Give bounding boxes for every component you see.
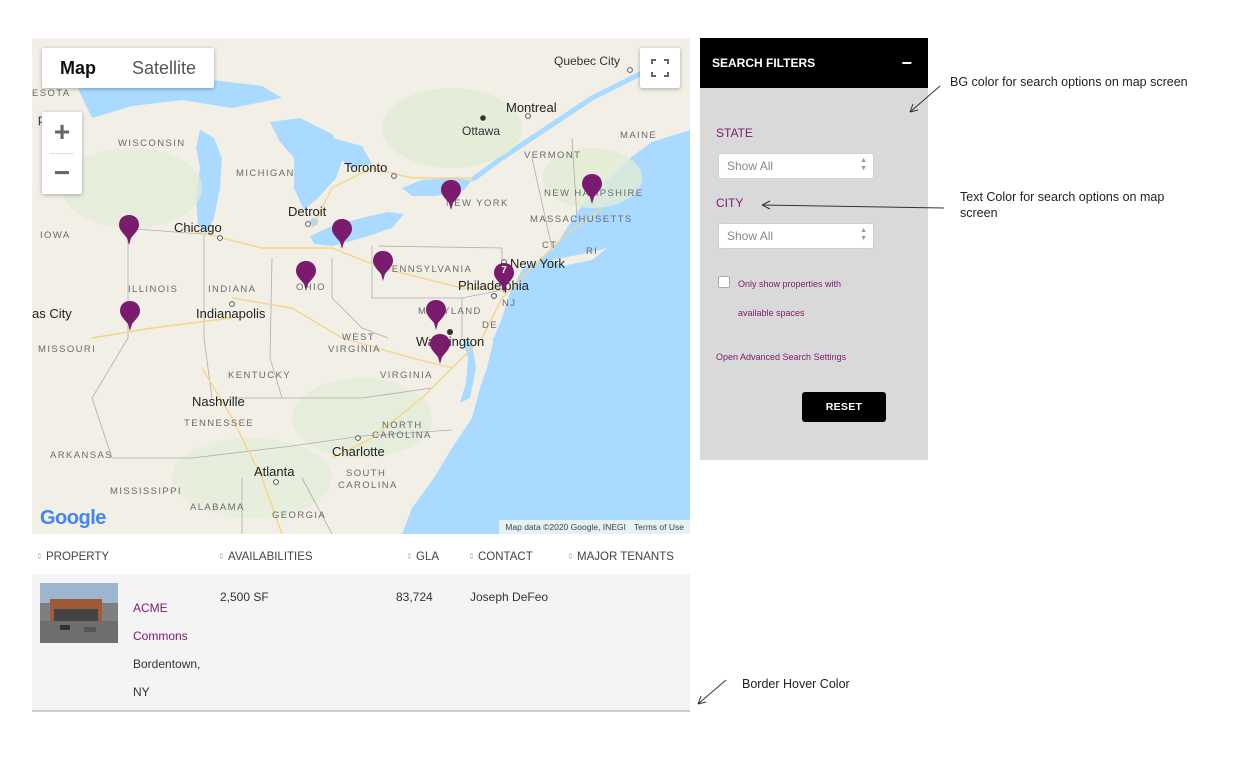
annotation-text-line: Text Color for search options on map: [960, 190, 1165, 204]
page: { "map": { "tabs": [{"label": "Map", "ac…: [0, 0, 1240, 761]
annotation-arrows: [697, 85, 945, 705]
annotation-text-line: screen: [960, 206, 998, 220]
annotation-border-hover: Border Hover Color: [742, 677, 850, 691]
annotation-text-color: Text Color for search options on map scr…: [960, 189, 1230, 221]
annotation-bg-color: BG color for search options on map scree…: [950, 75, 1188, 89]
